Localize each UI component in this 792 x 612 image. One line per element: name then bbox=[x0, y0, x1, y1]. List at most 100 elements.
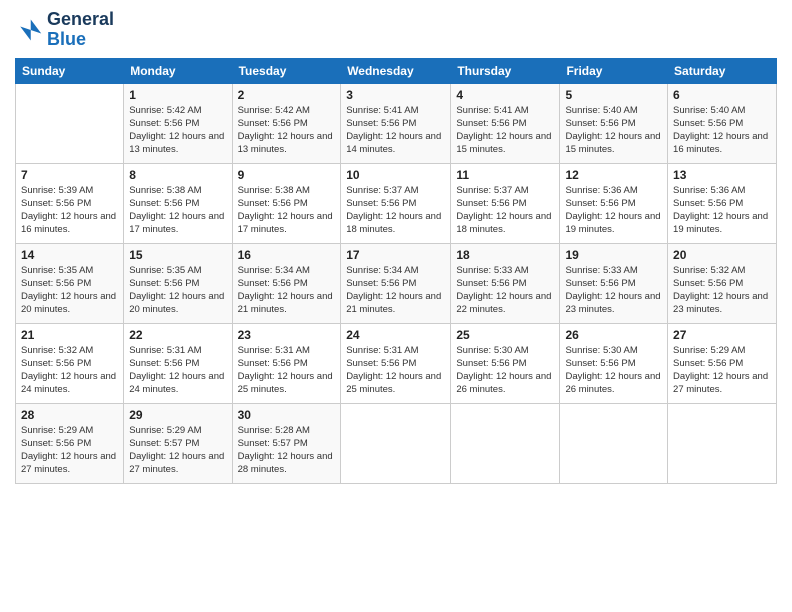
calendar-cell: 2Sunrise: 5:42 AMSunset: 5:56 PMDaylight… bbox=[232, 83, 341, 163]
logo: General Blue bbox=[15, 10, 114, 50]
calendar-cell: 5Sunrise: 5:40 AMSunset: 5:56 PMDaylight… bbox=[560, 83, 668, 163]
day-info: Sunrise: 5:36 AMSunset: 5:56 PMDaylight:… bbox=[565, 184, 662, 237]
day-number: 25 bbox=[456, 328, 554, 342]
day-number: 20 bbox=[673, 248, 771, 262]
day-info: Sunrise: 5:29 AMSunset: 5:56 PMDaylight:… bbox=[21, 424, 118, 477]
day-number: 9 bbox=[238, 168, 336, 182]
day-number: 29 bbox=[129, 408, 226, 422]
day-number: 17 bbox=[346, 248, 445, 262]
calendar-cell: 15Sunrise: 5:35 AMSunset: 5:56 PMDayligh… bbox=[124, 243, 232, 323]
day-info: Sunrise: 5:34 AMSunset: 5:56 PMDaylight:… bbox=[346, 264, 445, 317]
day-info: Sunrise: 5:35 AMSunset: 5:56 PMDaylight:… bbox=[129, 264, 226, 317]
day-number: 18 bbox=[456, 248, 554, 262]
weekday-header: Wednesday bbox=[341, 58, 451, 83]
day-number: 7 bbox=[21, 168, 118, 182]
weekday-header: Saturday bbox=[668, 58, 777, 83]
day-number: 22 bbox=[129, 328, 226, 342]
calendar-cell: 21 Sunrise: 5:32 AMSunset: 5:56 PMDayligh… bbox=[16, 323, 124, 403]
day-info: Sunrise: 5:30 AMSunset: 5:56 PMDaylight:… bbox=[456, 344, 554, 397]
calendar-cell: 4 Sunrise: 5:41 AMSunset: 5:56 PMDaylight… bbox=[451, 83, 560, 163]
day-info: Sunrise: 5:41 AMSunset: 5:56 PMDaylight:… bbox=[346, 104, 445, 157]
day-number: 23 bbox=[238, 328, 336, 342]
calendar-cell: 20 Sunrise: 5:32 AMSunset: 5:56 PMDayligh… bbox=[668, 243, 777, 323]
weekday-header: Tuesday bbox=[232, 58, 341, 83]
day-info: Sunrise: 5:37 AMSunset: 5:56 PMDaylight:… bbox=[346, 184, 445, 237]
calendar-cell: 22Sunrise: 5:31 AMSunset: 5:56 PMDayligh… bbox=[124, 323, 232, 403]
weekday-header: Friday bbox=[560, 58, 668, 83]
day-number: 2 bbox=[238, 88, 336, 102]
page: General Blue SundayMondayTuesdayWednesda… bbox=[0, 0, 792, 612]
calendar-header-row: SundayMondayTuesdayWednesdayThursdayFrid… bbox=[16, 58, 777, 83]
day-info: Sunrise: 5:37 AMSunset: 5:56 PMDaylight:… bbox=[456, 184, 554, 237]
calendar-cell bbox=[668, 403, 777, 483]
calendar-cell: 29 Sunrise: 5:29 AMSunset: 5:57 PMDayligh… bbox=[124, 403, 232, 483]
calendar-week-row: 7 Sunrise: 5:39 AMSunset: 5:56 PMDaylight… bbox=[16, 163, 777, 243]
day-number: 13 bbox=[673, 168, 771, 182]
day-number: 26 bbox=[565, 328, 662, 342]
day-info: Sunrise: 5:29 AMSunset: 5:56 PMDaylight:… bbox=[673, 344, 771, 397]
day-info: Sunrise: 5:39 AMSunset: 5:56 PMDaylight:… bbox=[21, 184, 118, 237]
day-number: 12 bbox=[565, 168, 662, 182]
day-number: 1 bbox=[129, 88, 226, 102]
day-number: 30 bbox=[238, 408, 336, 422]
day-info: Sunrise: 5:32 AMSunset: 5:56 PMDaylight:… bbox=[21, 344, 118, 397]
day-info: Sunrise: 5:40 AMSunset: 5:56 PMDaylight:… bbox=[673, 104, 771, 157]
day-number: 3 bbox=[346, 88, 445, 102]
day-info: Sunrise: 5:29 AMSunset: 5:57 PMDaylight:… bbox=[129, 424, 226, 477]
day-info: Sunrise: 5:38 AMSunset: 5:56 PMDaylight:… bbox=[129, 184, 226, 237]
day-info: Sunrise: 5:33 AMSunset: 5:56 PMDaylight:… bbox=[565, 264, 662, 317]
calendar-cell: 10 Sunrise: 5:37 AMSunset: 5:56 PMDayligh… bbox=[341, 163, 451, 243]
calendar-cell bbox=[341, 403, 451, 483]
day-info: Sunrise: 5:41 AMSunset: 5:56 PMDaylight:… bbox=[456, 104, 554, 157]
day-info: Sunrise: 5:31 AMSunset: 5:56 PMDaylight:… bbox=[346, 344, 445, 397]
day-info: Sunrise: 5:34 AMSunset: 5:56 PMDaylight:… bbox=[238, 264, 336, 317]
logo-icon bbox=[15, 16, 43, 44]
calendar: SundayMondayTuesdayWednesdayThursdayFrid… bbox=[15, 58, 777, 484]
calendar-week-row: 1 Sunrise: 5:42 AMSunset: 5:56 PMDaylight… bbox=[16, 83, 777, 163]
calendar-cell: 6 Sunrise: 5:40 AMSunset: 5:56 PMDaylight… bbox=[668, 83, 777, 163]
day-info: Sunrise: 5:38 AMSunset: 5:56 PMDaylight:… bbox=[238, 184, 336, 237]
day-number: 14 bbox=[21, 248, 118, 262]
calendar-cell: 3 Sunrise: 5:41 AMSunset: 5:56 PMDaylight… bbox=[341, 83, 451, 163]
calendar-cell: 28 Sunrise: 5:29 AMSunset: 5:56 PMDayligh… bbox=[16, 403, 124, 483]
day-number: 6 bbox=[673, 88, 771, 102]
day-number: 24 bbox=[346, 328, 445, 342]
calendar-cell: 16 Sunrise: 5:34 AMSunset: 5:56 PMDayligh… bbox=[232, 243, 341, 323]
day-info: Sunrise: 5:35 AMSunset: 5:56 PMDaylight:… bbox=[21, 264, 118, 317]
calendar-cell: 11 Sunrise: 5:37 AMSunset: 5:56 PMDayligh… bbox=[451, 163, 560, 243]
day-number: 4 bbox=[456, 88, 554, 102]
day-info: Sunrise: 5:28 AMSunset: 5:57 PMDaylight:… bbox=[238, 424, 336, 477]
day-number: 8 bbox=[129, 168, 226, 182]
day-number: 28 bbox=[21, 408, 118, 422]
calendar-cell: 17 Sunrise: 5:34 AMSunset: 5:56 PMDayligh… bbox=[341, 243, 451, 323]
calendar-cell: 12 Sunrise: 5:36 AMSunset: 5:56 PMDayligh… bbox=[560, 163, 668, 243]
day-info: Sunrise: 5:36 AMSunset: 5:56 PMDaylight:… bbox=[673, 184, 771, 237]
calendar-cell: 14 Sunrise: 5:35 AMSunset: 5:56 PMDayligh… bbox=[16, 243, 124, 323]
weekday-header: Sunday bbox=[16, 58, 124, 83]
day-info: Sunrise: 5:30 AMSunset: 5:56 PMDaylight:… bbox=[565, 344, 662, 397]
calendar-cell: 26 Sunrise: 5:30 AMSunset: 5:56 PMDayligh… bbox=[560, 323, 668, 403]
logo-text-general: General bbox=[47, 10, 114, 30]
day-number: 19 bbox=[565, 248, 662, 262]
day-number: 16 bbox=[238, 248, 336, 262]
day-number: 27 bbox=[673, 328, 771, 342]
calendar-cell: 13 Sunrise: 5:36 AMSunset: 5:56 PMDayligh… bbox=[668, 163, 777, 243]
day-number: 5 bbox=[565, 88, 662, 102]
day-number: 21 bbox=[21, 328, 118, 342]
calendar-cell: 24 Sunrise: 5:31 AMSunset: 5:56 PMDayligh… bbox=[341, 323, 451, 403]
day-info: Sunrise: 5:42 AMSunset: 5:56 PMDaylight:… bbox=[129, 104, 226, 157]
calendar-week-row: 14 Sunrise: 5:35 AMSunset: 5:56 PMDayligh… bbox=[16, 243, 777, 323]
weekday-header: Monday bbox=[124, 58, 232, 83]
day-info: Sunrise: 5:31 AMSunset: 5:56 PMDaylight:… bbox=[238, 344, 336, 397]
calendar-cell: 9 Sunrise: 5:38 AMSunset: 5:56 PMDaylight… bbox=[232, 163, 341, 243]
logo-text-blue: Blue bbox=[47, 30, 114, 50]
calendar-cell: 18Sunrise: 5:33 AMSunset: 5:56 PMDayligh… bbox=[451, 243, 560, 323]
day-info: Sunrise: 5:32 AMSunset: 5:56 PMDaylight:… bbox=[673, 264, 771, 317]
calendar-week-row: 28 Sunrise: 5:29 AMSunset: 5:56 PMDayligh… bbox=[16, 403, 777, 483]
calendar-cell: 19 Sunrise: 5:33 AMSunset: 5:56 PMDayligh… bbox=[560, 243, 668, 323]
day-number: 10 bbox=[346, 168, 445, 182]
header: General Blue bbox=[15, 10, 777, 50]
calendar-cell bbox=[16, 83, 124, 163]
day-number: 11 bbox=[456, 168, 554, 182]
calendar-cell: 23 Sunrise: 5:31 AMSunset: 5:56 PMDayligh… bbox=[232, 323, 341, 403]
